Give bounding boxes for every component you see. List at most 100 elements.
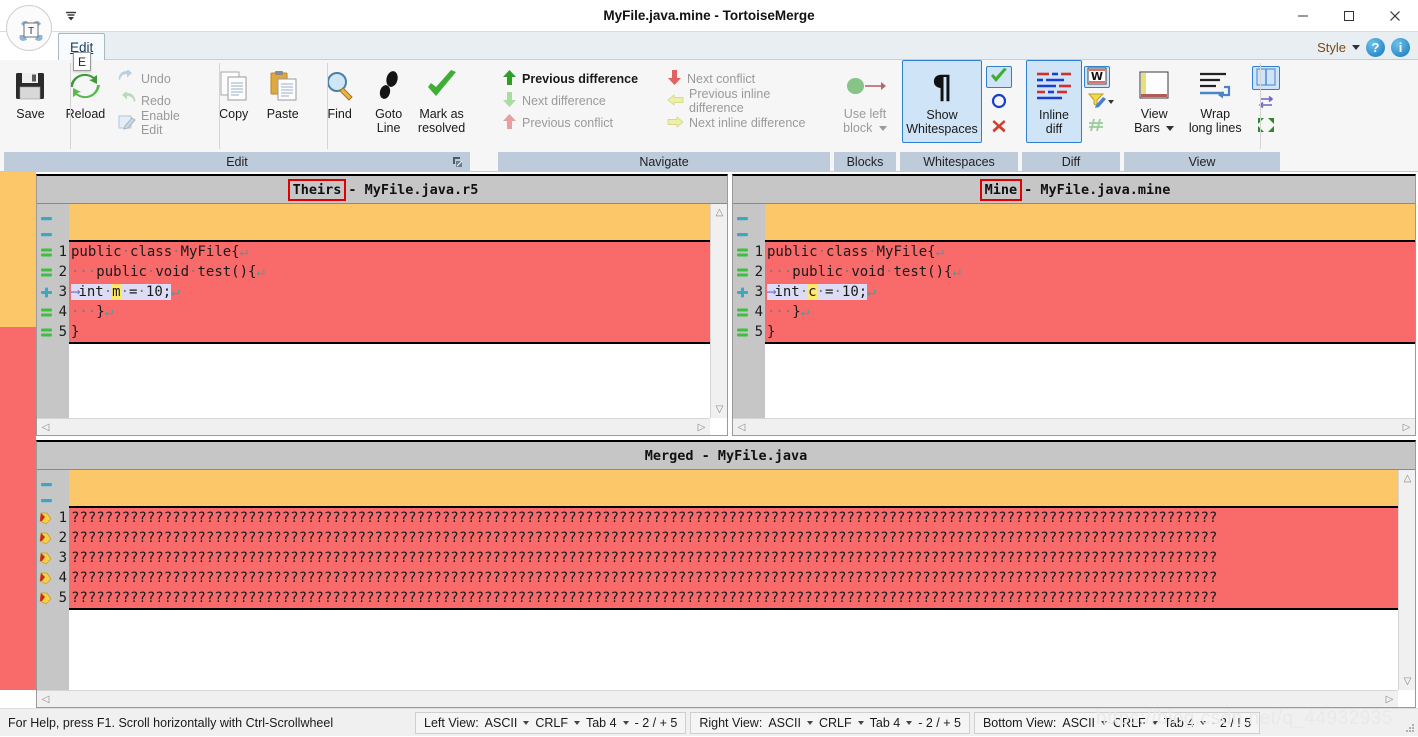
empty-line-marker-icon <box>735 227 749 241</box>
find-button[interactable]: Find <box>315 60 364 121</box>
application-menu-button[interactable]: T <box>6 5 52 51</box>
status-right-eol-chevron-down-icon[interactable] <box>857 720 864 725</box>
status-right-tab-chevron-down-icon[interactable] <box>906 720 913 725</box>
two-pane-view-button[interactable] <box>1252 66 1280 90</box>
scroll-up-icon[interactable]: △ <box>711 204 728 221</box>
locator-bar-left[interactable] <box>0 172 12 690</box>
locator-bar-right[interactable] <box>24 172 36 690</box>
word-diff-button[interactable]: W <box>1084 66 1110 88</box>
quick-access-more-icon[interactable] <box>62 9 80 23</box>
pane-mine-title: Mine - MyFile.java.mine <box>733 176 1415 204</box>
mark-as-resolved-button[interactable]: Mark as resolved <box>413 60 470 135</box>
show-whitespaces-label: Show Whitespaces <box>906 108 978 136</box>
save-button[interactable]: Save <box>6 60 55 121</box>
code-line: ···}↵ <box>71 304 114 320</box>
pane-mine-hscrollbar[interactable]: ◁ ▷ <box>733 418 1415 435</box>
status-bottom-encoding-chevron-down-icon[interactable] <box>1101 720 1108 725</box>
arrow-up-green-icon <box>502 69 517 89</box>
status-right-view: Right View: ASCII CRLF Tab 4 - 2 / + 5 <box>690 711 970 734</box>
swap-views-button[interactable] <box>1252 93 1280 113</box>
pane-theirs-code[interactable]: public·class·MyFile{↵ ···public·void·tes… <box>69 204 710 418</box>
status-bottom-counts: - 2 / ! 5 <box>1212 715 1252 730</box>
status-bottom-eol-chevron-down-icon[interactable] <box>1151 720 1158 725</box>
pane-merged-hscrollbar[interactable]: ◁ ▷ <box>37 690 1398 707</box>
pane-mine-code[interactable]: public·class·MyFile{↵ ···public·void·tes… <box>765 204 1415 418</box>
undo-label: Undo <box>140 72 171 86</box>
scroll-up-icon[interactable]: △ <box>1399 470 1416 487</box>
footsteps-icon <box>372 67 406 105</box>
paste-button[interactable]: Paste <box>258 60 307 121</box>
scroll-right-icon[interactable]: ▷ <box>1398 419 1415 436</box>
status-bottom-tab-chevron-down-icon[interactable] <box>1200 720 1207 725</box>
scroll-left-icon[interactable]: ◁ <box>37 691 54 708</box>
ribbon-group-blocks: Use left block Blocks <box>834 60 896 172</box>
inline-diff-button[interactable]: Inline diff <box>1026 60 1082 143</box>
status-left-encoding[interactable]: ASCII <box>485 716 518 730</box>
resize-grip-icon[interactable] <box>1404 722 1416 734</box>
scroll-right-icon[interactable]: ▷ <box>693 419 710 436</box>
status-right-tab[interactable]: Tab 4 <box>870 716 901 730</box>
whitespace-x-button[interactable] <box>986 116 1012 138</box>
status-right-eol[interactable]: CRLF <box>819 716 852 730</box>
added-line-marker-icon <box>39 285 53 299</box>
view-bars-chevron-down-icon[interactable] <box>1166 126 1175 132</box>
status-left-counts: - 2 / + 5 <box>634 715 678 730</box>
pane-theirs-hscrollbar[interactable]: ◁ ▷ <box>37 418 710 435</box>
status-left-tab-chevron-down-icon[interactable] <box>622 720 629 725</box>
show-whitespaces-button[interactable]: ¶ Show Whitespaces <box>902 60 982 143</box>
inline-diff-lines-icon <box>1034 68 1074 106</box>
help-icon[interactable]: ? <box>1366 37 1385 57</box>
locator-bar-middle[interactable] <box>12 172 24 690</box>
status-bottom-tab[interactable]: Tab 4 <box>1164 716 1195 730</box>
scroll-right-icon[interactable]: ▷ <box>1381 691 1398 708</box>
status-right-encoding[interactable]: ASCII <box>768 716 801 730</box>
scroll-down-icon[interactable]: ▽ <box>1399 673 1416 690</box>
pane-merged-code[interactable]: ????????????????????????????????????????… <box>69 470 1398 690</box>
ribbon-group-whitespaces-title: Whitespaces <box>900 152 1018 172</box>
filter-chevron-down-icon[interactable] <box>1108 100 1114 104</box>
view-bars-icon <box>1136 67 1172 105</box>
whitespace-check-button[interactable] <box>986 66 1012 88</box>
collapse-views-button[interactable] <box>1252 116 1280 136</box>
clipboard-icon <box>266 67 300 105</box>
status-bottom-encoding[interactable]: ASCII <box>1062 716 1095 730</box>
view-bars-label: View Bars <box>1134 107 1175 135</box>
svg-text:T: T <box>28 26 34 37</box>
goto-line-button[interactable]: Goto Line <box>364 60 413 135</box>
word-diff-icon: W <box>1087 67 1107 88</box>
info-icon[interactable]: i <box>1391 37 1410 57</box>
pane-merged-gutter: 1 2 3 4 5 <box>37 470 69 707</box>
tortoisemerge-logo-icon: T <box>16 15 43 41</box>
previous-inline-difference-button: Previous inline difference <box>663 87 828 115</box>
view-bars-button[interactable]: View Bars <box>1126 60 1182 135</box>
pane-merged-vscrollbar[interactable]: △ ▽ <box>1398 470 1415 690</box>
window-title: MyFile.java.mine - TortoiseMerge <box>603 8 815 23</box>
style-chevron-down-icon[interactable] <box>1352 44 1360 50</box>
ribbon-tab-strip <box>58 32 1418 60</box>
style-bar: Style ? i <box>1317 36 1410 58</box>
scroll-left-icon[interactable]: ◁ <box>733 419 750 436</box>
copy-button[interactable]: Copy <box>209 60 258 121</box>
scroll-left-icon[interactable]: ◁ <box>37 419 54 436</box>
status-left-encoding-chevron-down-icon[interactable] <box>523 720 530 725</box>
scroll-down-icon[interactable]: ▽ <box>711 401 728 418</box>
status-left-eol[interactable]: CRLF <box>535 716 568 730</box>
status-left-eol-chevron-down-icon[interactable] <box>573 720 580 725</box>
previous-difference-button[interactable]: Previous difference <box>498 68 663 90</box>
wrap-long-lines-button[interactable]: Wrap long lines <box>1182 60 1248 135</box>
arrow-up-red-icon <box>502 113 517 133</box>
tortoisemerge-window: MyFile.java.mine - TortoiseMerge T Edit … <box>0 0 1418 736</box>
ribbon-group-blocks-title: Blocks <box>834 152 896 172</box>
edit-dialog-launcher-icon[interactable] <box>452 156 466 170</box>
maximize-button[interactable] <box>1326 0 1372 32</box>
swap-arrows-icon <box>1256 95 1276 112</box>
filter-pencil-button[interactable] <box>1084 91 1118 113</box>
pane-theirs-vscrollbar[interactable]: △ ▽ <box>710 204 727 418</box>
status-right-encoding-chevron-down-icon[interactable] <box>806 720 813 725</box>
style-label[interactable]: Style <box>1317 40 1346 55</box>
status-left-tab[interactable]: Tab 4 <box>586 716 617 730</box>
whitespace-circle-button[interactable] <box>986 91 1012 113</box>
status-bottom-eol[interactable]: CRLF <box>1113 716 1146 730</box>
minimize-button[interactable] <box>1280 0 1326 32</box>
close-button[interactable] <box>1372 0 1418 32</box>
